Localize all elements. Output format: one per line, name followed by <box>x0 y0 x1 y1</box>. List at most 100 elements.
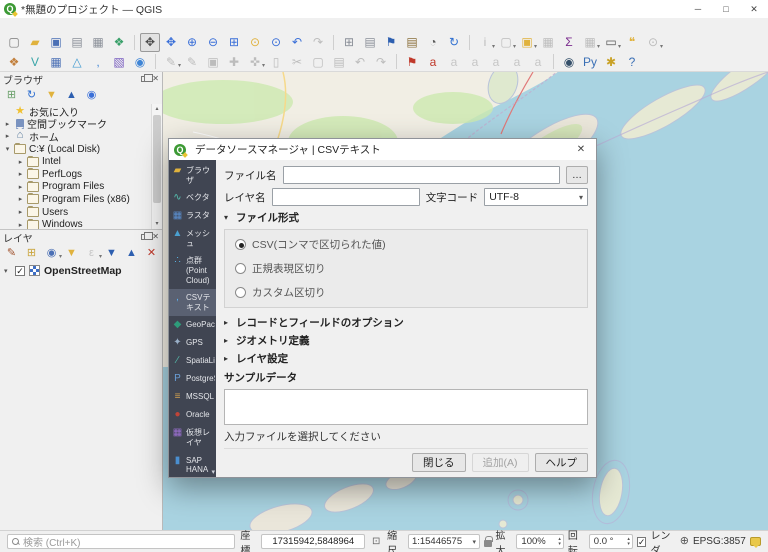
map-themes-button[interactable]: ◉ <box>43 245 60 261</box>
current-edits-button[interactable]: ✎ <box>161 52 181 71</box>
tab-browser[interactable]: ▰ ブラウザ <box>169 162 216 189</box>
select-features-button[interactable]: ▢ <box>496 33 516 52</box>
tab-mesh[interactable]: ▲ メッシュ <box>169 225 216 252</box>
browser-properties-button[interactable]: ◉ <box>83 87 100 103</box>
extents-toggle-icon[interactable]: ⊡ <box>369 532 383 551</box>
browser-float-icon[interactable] <box>141 76 148 82</box>
zoom-out-button[interactable]: ⊖ <box>203 33 223 52</box>
style-manager-button[interactable]: ❖ <box>109 33 129 52</box>
scroll-up-icon[interactable]: ▴ <box>152 104 162 114</box>
section-record-field-options[interactable]: ▸ レコードとフィールドのオプション <box>224 315 588 330</box>
toggle-editing-button[interactable]: ✎ <box>182 52 202 71</box>
file-format-radio-option[interactable]: 正規表現区切り <box>235 261 577 276</box>
crs-value[interactable]: EPSG:3857 <box>693 536 746 547</box>
dialog-close-button[interactable]: ✕ <box>566 139 596 160</box>
tree-item-users[interactable]: ▸ Users <box>0 206 162 219</box>
add-virtual-layer-button[interactable]: ▧ <box>109 52 129 71</box>
refresh-browser-button[interactable]: ↻ <box>23 87 40 103</box>
close-dialog-button[interactable]: 閉じる <box>412 453 466 472</box>
file-name-input[interactable] <box>283 166 561 184</box>
tree-item-home[interactable]: ▸ ホーム <box>0 130 162 143</box>
dialog-titlebar[interactable]: Q データソースマネージャ | CSVテキスト ✕ <box>169 139 596 160</box>
data-source-manager-button[interactable]: ❖ <box>4 52 24 71</box>
add-vector-layer-button[interactable]: V <box>25 52 45 71</box>
expand-all-button[interactable]: ▼ <box>103 245 120 261</box>
expander-icon[interactable]: ▸ <box>17 183 24 191</box>
undo-button[interactable]: ↶ <box>350 52 370 71</box>
tab-raster[interactable]: ▦ ラスタ <box>169 207 216 225</box>
messages-icon[interactable] <box>750 537 761 546</box>
layer-item-openstreetmap[interactable]: ▾ ✓ OpenStreetMap <box>0 263 162 278</box>
map-tips-button[interactable]: ❝ <box>622 33 642 52</box>
remove-layer-button[interactable]: ✕ <box>143 245 160 261</box>
add-mesh-layer-button[interactable]: △ <box>67 52 87 71</box>
zoom-last-button[interactable]: ↶ <box>287 33 307 52</box>
zoom-full-button[interactable]: ⊞ <box>224 33 244 52</box>
zoom-in-button[interactable]: ⊕ <box>182 33 202 52</box>
label-move-button[interactable]: a <box>486 52 506 71</box>
tree-item-windows[interactable]: ▸ Windows <box>0 218 162 229</box>
add-delimited-text-button[interactable]: , <box>88 52 108 71</box>
tab-vector[interactable]: ∿ ベクタ <box>169 189 216 207</box>
expander-icon[interactable]: ▾ <box>4 145 11 153</box>
encoding-select[interactable]: UTF-8 ▾ <box>484 188 588 206</box>
add-group-button[interactable]: ⊞ <box>23 245 40 261</box>
layer-visibility-checkbox[interactable]: ✓ <box>15 266 25 276</box>
add-selected-layers-button[interactable]: ⊞ <box>3 87 20 103</box>
processing-toolbox-button[interactable]: ✱ <box>601 52 621 71</box>
tab-spatialite[interactable]: ∕ SpatiaLite <box>169 352 216 370</box>
tree-item-c-drive[interactable]: ▾ C:¥ (Local Disk) <box>0 143 162 156</box>
tabs-scroll-down-icon[interactable]: ▾ <box>211 468 215 476</box>
temporal-controller-button[interactable]: ◔ <box>423 33 443 52</box>
magnifier-stepper[interactable]: 100% ▴▾ <box>516 534 564 549</box>
expander-icon[interactable]: ▾ <box>4 267 11 275</box>
coordinate-input[interactable] <box>261 534 365 549</box>
locator-search-button[interactable]: ⊙ <box>643 33 663 52</box>
field-calculator-button[interactable]: ▦ <box>580 33 600 52</box>
label-pin-button[interactable]: a <box>444 52 464 71</box>
refresh-map-button[interactable]: ↻ <box>444 33 464 52</box>
collapse-all-layers-button[interactable]: ▲ <box>123 245 140 261</box>
tree-item-intel[interactable]: ▸ Intel <box>0 155 162 168</box>
locator-search-input[interactable]: 検索 (Ctrl+K) <box>7 534 235 549</box>
zoom-to-selection-button[interactable]: ⊙ <box>245 33 265 52</box>
zoom-to-layer-button[interactable]: ⊙ <box>266 33 286 52</box>
expander-icon[interactable]: ▸ <box>17 195 24 203</box>
statistics-button[interactable]: Σ <box>559 33 579 52</box>
tab-point-cloud[interactable]: ∴ 点群 (Point Cloud) <box>169 252 216 289</box>
tree-item-program-files-x86[interactable]: ▸ Program Files (x86) <box>0 193 162 206</box>
add-wms-layer-button[interactable]: ◉ <box>130 52 150 71</box>
add-feature-button[interactable]: ✚ <box>224 52 244 71</box>
scroll-down-icon[interactable]: ▾ <box>152 219 162 229</box>
new-spatial-bookmark-button[interactable]: ⚑ <box>381 33 401 52</box>
label-highlight-button[interactable]: a <box>465 52 485 71</box>
new-3d-map-view-button[interactable]: ▤ <box>360 33 380 52</box>
pan-map-button[interactable]: ✥ <box>140 33 160 52</box>
delete-selected-button[interactable]: ▯ <box>266 52 286 71</box>
plugin-help-button[interactable]: ? <box>622 52 642 71</box>
filter-browser-button[interactable]: ▼ <box>43 87 60 103</box>
minimize-button[interactable]: ─ <box>684 0 712 18</box>
scrollbar-thumb[interactable] <box>153 115 161 203</box>
new-map-view-button[interactable]: ⊞ <box>339 33 359 52</box>
tab-delimited-text[interactable]: , CSVテキスト <box>169 289 216 316</box>
paste-features-button[interactable]: ▤ <box>329 52 349 71</box>
scale-select[interactable]: 1:15446575 ▾ <box>408 534 480 549</box>
spin-down-icon[interactable]: ▾ <box>627 542 630 547</box>
open-attribute-table-button[interactable]: ▦ <box>538 33 558 52</box>
expander-icon[interactable]: ▸ <box>17 170 24 178</box>
add-raster-layer-button[interactable]: ▦ <box>46 52 66 71</box>
file-format-radio-option[interactable]: カスタム区切り <box>235 285 577 300</box>
tab-virtual-layer[interactable]: ▦ 仮想レイヤ <box>169 424 216 451</box>
layer-name-input[interactable] <box>272 188 420 206</box>
browser-scrollbar[interactable]: ▴ ▾ <box>151 104 162 229</box>
file-format-header[interactable]: ▾ ファイル形式 <box>224 210 588 225</box>
expander-icon[interactable]: ▸ <box>17 208 24 216</box>
vertex-tool-button[interactable]: ✜ <box>245 52 265 71</box>
show-spatial-bookmarks-button[interactable]: ▤ <box>402 33 422 52</box>
render-checkbox[interactable]: ✓ <box>637 537 647 547</box>
open-project-button[interactable]: ▰ <box>25 33 45 52</box>
tab-geopackage[interactable]: ◆ GeoPackage <box>169 316 216 334</box>
redo-button[interactable]: ↷ <box>371 52 391 71</box>
close-button[interactable]: ✕ <box>740 0 768 18</box>
